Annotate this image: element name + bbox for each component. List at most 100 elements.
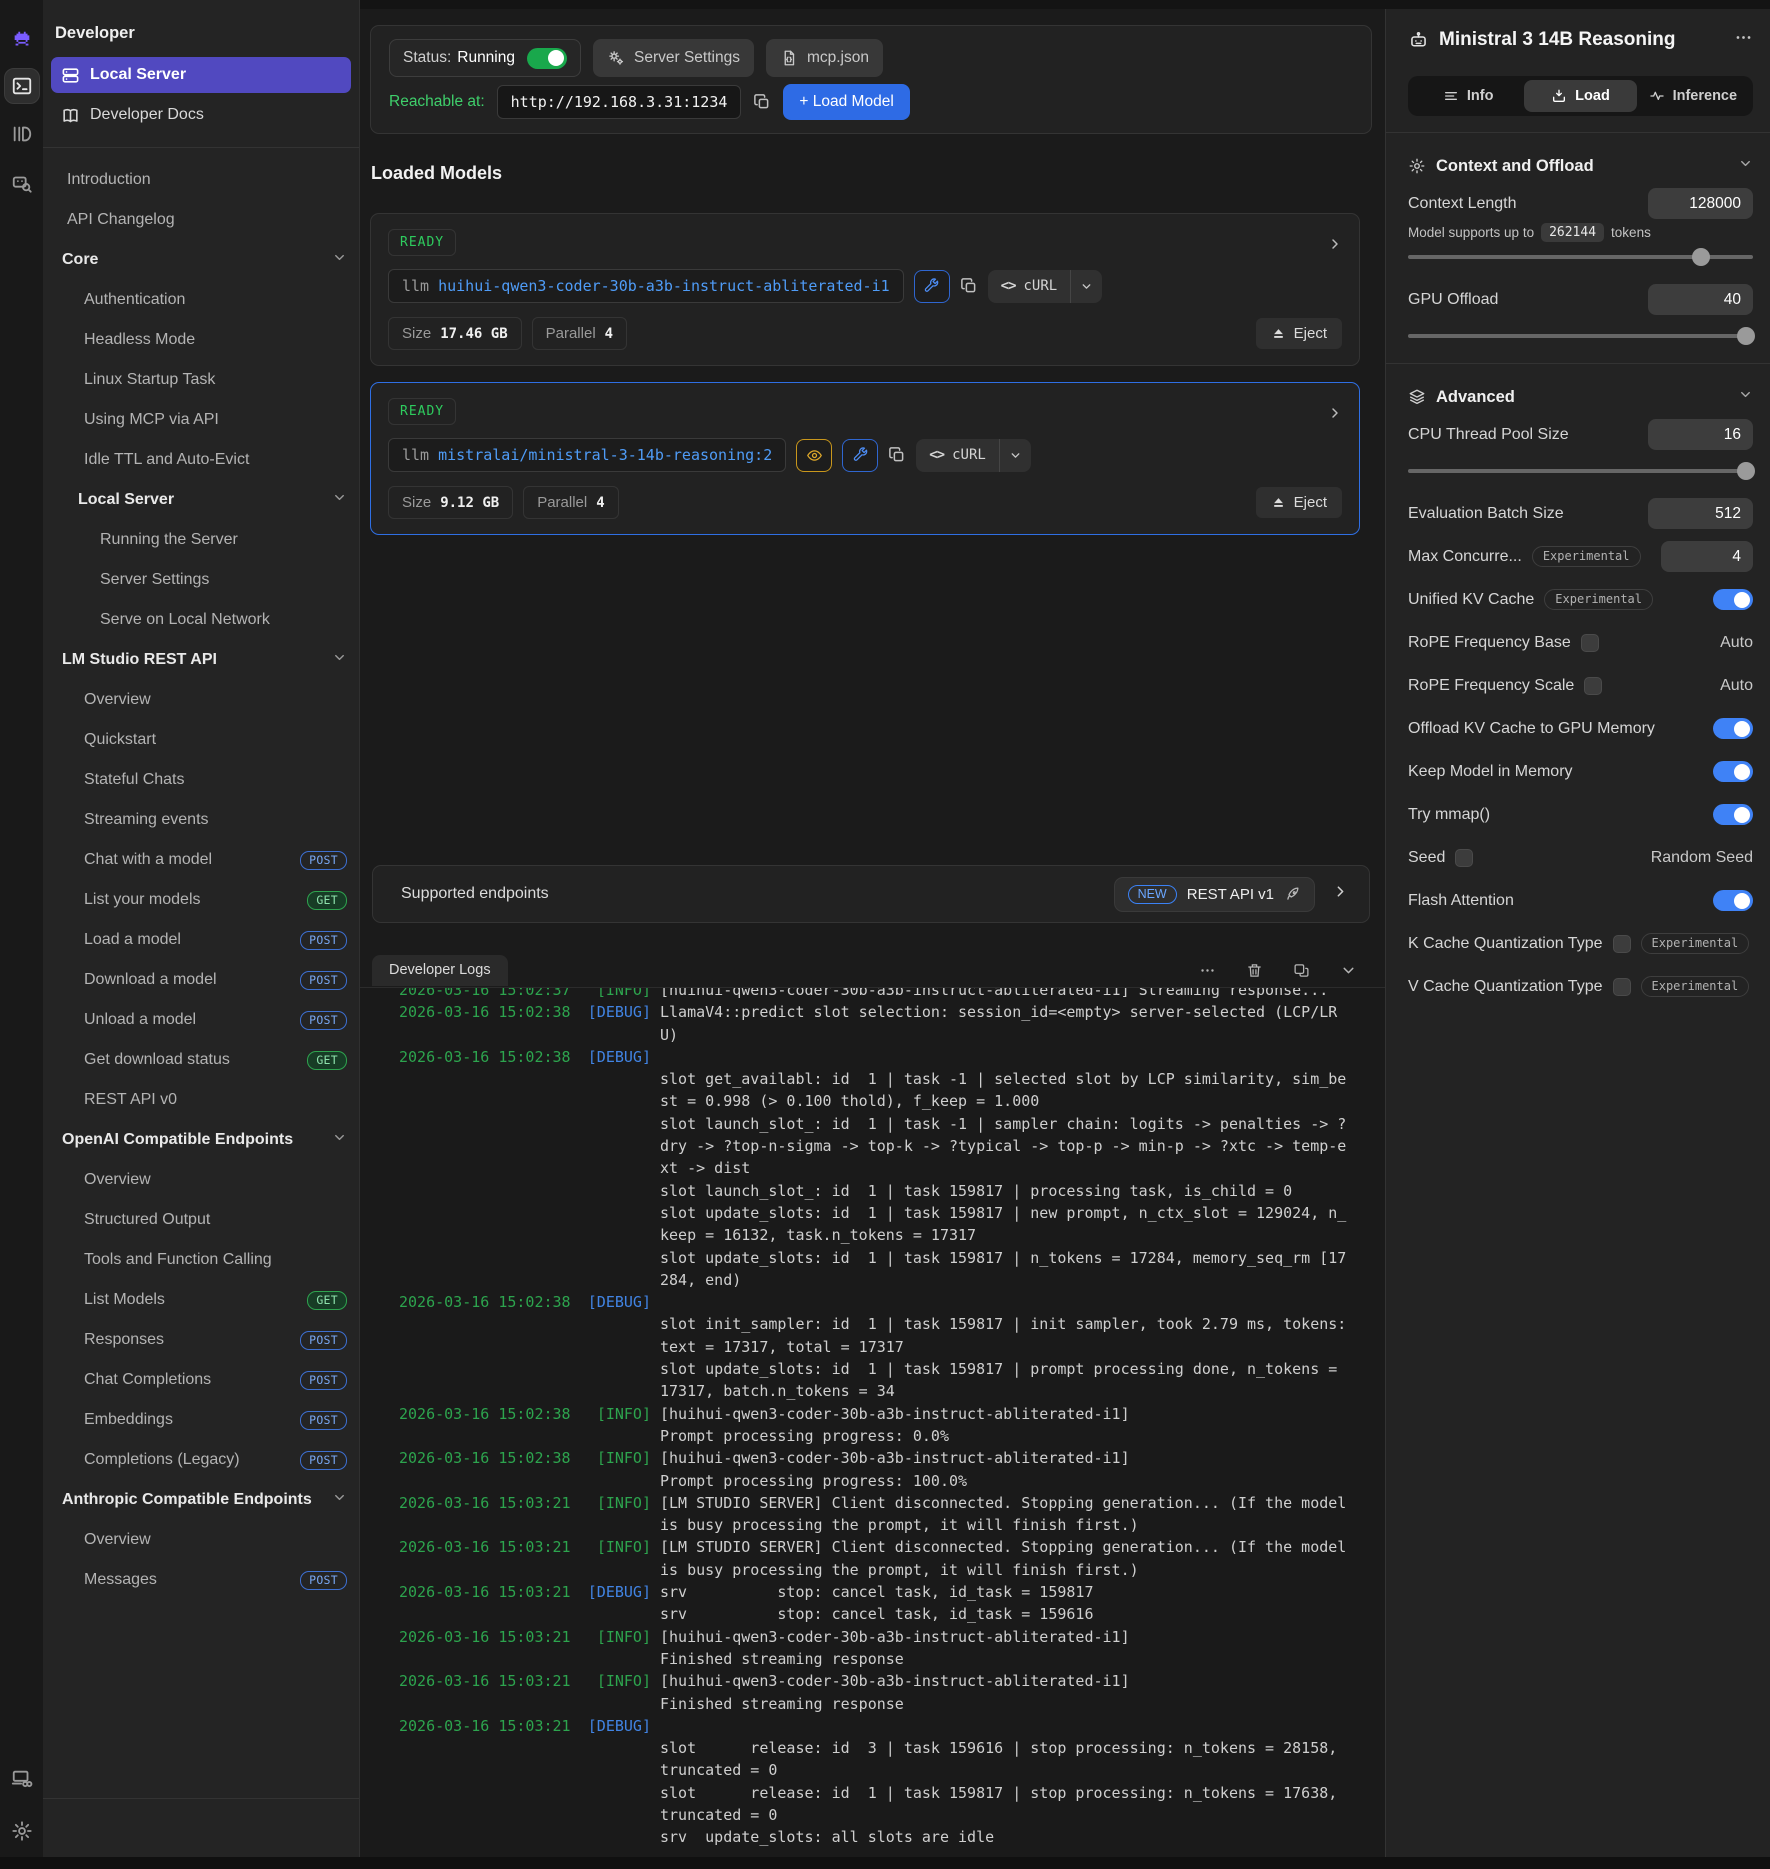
curl-dropdown-button[interactable]: <> cURL (988, 270, 1103, 303)
eject-model-button[interactable]: Eject (1256, 318, 1342, 349)
developer-logs-tab[interactable]: Developer Logs (372, 955, 508, 986)
sidebar-item-using-mcp-via-api[interactable]: Using MCP via API (43, 400, 359, 440)
sidebar-item-streaming-events[interactable]: Streaming events (43, 800, 359, 840)
slider-thumb[interactable] (1737, 462, 1755, 480)
sidebar-item-introduction[interactable]: Introduction (43, 160, 359, 200)
sidebar-item-server-settings[interactable]: Server Settings (43, 560, 359, 600)
setting-checkbox[interactable] (1613, 935, 1631, 953)
slider-thumb[interactable] (1737, 327, 1755, 345)
sidebar-item-overview[interactable]: Overview (43, 1520, 359, 1560)
copy-url-icon[interactable] (753, 93, 771, 111)
sidebar-item-serve-on-local-network[interactable]: Serve on Local Network (43, 600, 359, 640)
sidebar-item-chat-with-a-model[interactable]: Chat with a modelPOST (43, 840, 359, 880)
sidebar-section-local-server[interactable]: Local Server (43, 480, 359, 520)
model-search-nav-icon[interactable] (11, 172, 33, 194)
sidebar-item-authentication[interactable]: Authentication (43, 280, 359, 320)
load-model-button[interactable]: + Load Model (783, 84, 909, 120)
eject-model-button[interactable]: Eject (1256, 487, 1342, 518)
sidebar-item-chat-completions[interactable]: Chat CompletionsPOST (43, 1360, 359, 1400)
setting-checkbox[interactable] (1584, 677, 1602, 695)
sidebar-item-list-models[interactable]: List ModelsGET (43, 1280, 359, 1320)
remote-connection-icon[interactable] (11, 1768, 33, 1790)
setting-checkbox[interactable] (1455, 849, 1473, 867)
rest-api-v1-pill[interactable]: NEW REST API v1 (1114, 877, 1315, 912)
sidebar-item-completions-legacy-[interactable]: Completions (Legacy)POST (43, 1440, 359, 1480)
setting-value-input[interactable]: 4 (1661, 541, 1753, 572)
setting-toggle[interactable] (1713, 890, 1753, 911)
setting-checkbox[interactable] (1581, 634, 1599, 652)
columns-layout-nav-icon[interactable] (11, 123, 33, 145)
model-identifier[interactable]: llm mistralai/ministral-3-14b-reasoning:… (388, 438, 786, 472)
sidebar-item-get-download-status[interactable]: Get download statusGET (43, 1040, 359, 1080)
model-card-expand-chevron[interactable] (1327, 236, 1343, 257)
sidebar-item-embeddings[interactable]: EmbeddingsPOST (43, 1400, 359, 1440)
server-settings-button[interactable]: Server Settings (593, 39, 754, 77)
sidebar-section-openai-compatible-endpoints[interactable]: OpenAI Compatible Endpoints (43, 1120, 359, 1160)
endpoints-expand-chevron[interactable] (1332, 883, 1349, 905)
setting-slider[interactable] (1408, 460, 1753, 482)
sidebar-item-idle-ttl-and-auto-evict[interactable]: Idle TTL and Auto-Evict (43, 440, 359, 480)
panel-more-options-icon[interactable] (1734, 28, 1753, 52)
sidebar-item-overview[interactable]: Overview (43, 680, 359, 720)
section-header-context-and-offload[interactable]: Context and Offload (1408, 150, 1753, 182)
model-tools-button[interactable] (842, 439, 878, 472)
sidebar-item-tools-and-function-calling[interactable]: Tools and Function Calling (43, 1240, 359, 1280)
vision-capability-button[interactable] (796, 439, 832, 472)
sidebar-section-core[interactable]: Core (43, 240, 359, 280)
server-status-toggle[interactable] (527, 48, 567, 69)
model-card-expand-chevron[interactable] (1327, 405, 1343, 426)
model-identifier[interactable]: llm huihui-qwen3-coder-30b-a3b-instruct-… (388, 269, 904, 303)
setting-value-input[interactable]: 16 (1648, 419, 1753, 450)
sidebar-section-anthropic-compatible-endpoints[interactable]: Anthropic Compatible Endpoints (43, 1480, 359, 1520)
sidebar-item-headless-mode[interactable]: Headless Mode (43, 320, 359, 360)
log-output-area[interactable]: 2026-03-16 15:02:37[INFO][huihui-qwen3-c… (360, 987, 1385, 1857)
setting-slider[interactable] (1408, 246, 1753, 268)
sidebar-item-rest-api-v0[interactable]: REST API v0 (43, 1080, 359, 1120)
sidebar-section-lm-studio-rest-api[interactable]: LM Studio REST API (43, 640, 359, 680)
logs-more-options-icon[interactable] (1199, 962, 1216, 979)
sidebar-item-local-server[interactable]: Local Server (51, 57, 351, 93)
popout-logs-icon[interactable] (1293, 962, 1310, 979)
setting-value-input[interactable]: 128000 (1648, 188, 1753, 219)
collapse-logs-chevron-icon[interactable] (1340, 962, 1357, 979)
tab-info[interactable]: Info (1412, 80, 1524, 112)
copy-model-id-icon[interactable] (960, 277, 978, 295)
clear-logs-trash-icon[interactable] (1246, 962, 1263, 979)
sidebar-item-running-the-server[interactable]: Running the Server (43, 520, 359, 560)
section-header-advanced[interactable]: Advanced (1408, 381, 1753, 413)
setting-value-input[interactable]: 40 (1648, 284, 1753, 315)
setting-toggle[interactable] (1713, 589, 1753, 610)
curl-dropdown-button[interactable]: <> cURL (916, 439, 1031, 472)
server-url[interactable]: http://192.168.3.31:1234 (497, 85, 742, 119)
mcp-json-button[interactable]: mcp.json (766, 39, 883, 77)
sidebar-item-api-changelog[interactable]: API Changelog (43, 200, 359, 240)
slider-thumb[interactable] (1692, 248, 1710, 266)
sidebar-item-quickstart[interactable]: Quickstart (43, 720, 359, 760)
sidebar-item-structured-output[interactable]: Structured Output (43, 1200, 359, 1240)
setting-toggle[interactable] (1713, 718, 1753, 739)
settings-gear-icon[interactable] (11, 1820, 33, 1842)
setting-toggle[interactable] (1713, 761, 1753, 782)
copy-model-id-icon[interactable] (888, 446, 906, 464)
setting-toggle[interactable] (1713, 804, 1753, 825)
sidebar-item-download-a-model[interactable]: Download a modelPOST (43, 960, 359, 1000)
tab-inference[interactable]: Inference (1637, 80, 1749, 112)
developer-terminal-nav-icon[interactable] (4, 68, 40, 104)
sidebar-item-linux-startup-task[interactable]: Linux Startup Task (43, 360, 359, 400)
curl-dropdown-chevron[interactable] (1000, 439, 1031, 472)
setting-value-input[interactable]: 512 (1648, 498, 1753, 529)
lm-studio-logo-icon[interactable] (11, 29, 33, 51)
sidebar-item-developer-docs[interactable]: Developer Docs (51, 97, 351, 133)
curl-dropdown-chevron[interactable] (1071, 270, 1102, 303)
setting-checkbox[interactable] (1613, 978, 1631, 996)
sidebar-item-overview[interactable]: Overview (43, 1160, 359, 1200)
sidebar-item-messages[interactable]: MessagesPOST (43, 1560, 359, 1600)
sidebar-item-load-a-model[interactable]: Load a modelPOST (43, 920, 359, 960)
model-tools-button[interactable] (914, 270, 950, 303)
tab-load[interactable]: Load (1524, 80, 1636, 112)
sidebar-item-list-your-models[interactable]: List your modelsGET (43, 880, 359, 920)
sidebar-item-responses[interactable]: ResponsesPOST (43, 1320, 359, 1360)
setting-slider[interactable] (1408, 325, 1753, 347)
sidebar-item-unload-a-model[interactable]: Unload a modelPOST (43, 1000, 359, 1040)
sidebar-item-stateful-chats[interactable]: Stateful Chats (43, 760, 359, 800)
